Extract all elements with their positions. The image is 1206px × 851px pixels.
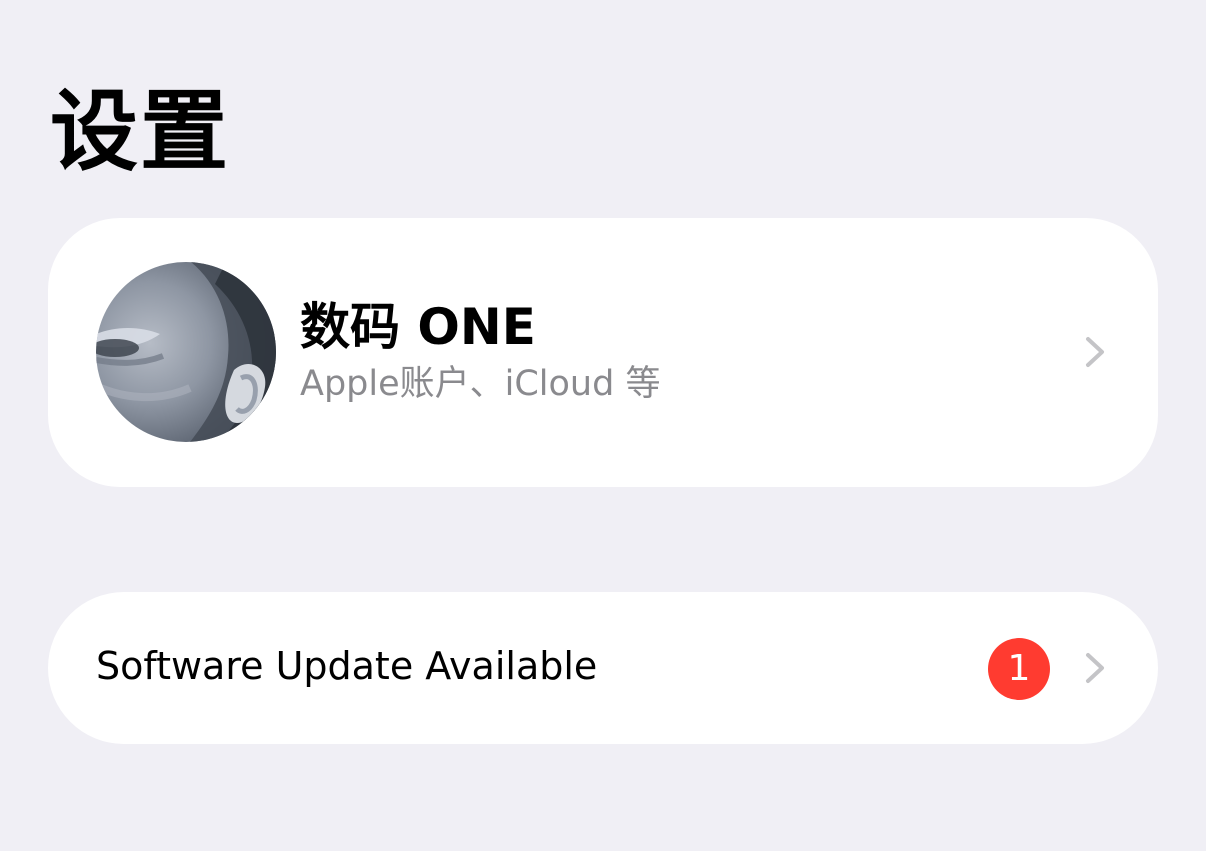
account-subtitle: Apple账户、iCloud 等 — [300, 364, 661, 404]
chevron-right-icon — [1086, 653, 1104, 683]
apple-account-row[interactable]: 数码 ONE Apple账户、iCloud 等 — [48, 218, 1158, 487]
profile-avatar — [96, 262, 276, 442]
software-update-row[interactable]: Software Update Available 1 — [48, 592, 1158, 744]
chevron-right-icon — [1086, 337, 1104, 367]
page-title: 设置 — [50, 80, 231, 183]
software-update-badge: 1 — [988, 638, 1050, 700]
account-name: 数码 ONE — [300, 298, 536, 356]
software-update-label: Software Update Available — [96, 644, 598, 688]
